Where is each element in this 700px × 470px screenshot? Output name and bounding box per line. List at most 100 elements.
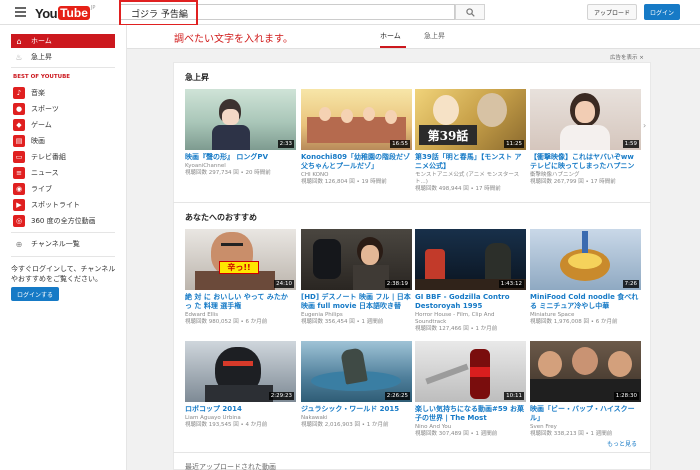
video-channel[interactable]: モンストアニメ公式 (アニメ モンスタースト...) [415,172,526,186]
video-channel[interactable]: Nakawaki [301,415,412,422]
top-bar: You Tube JP ゴジラ 予告編 アップロード ログイン [0,0,700,26]
video-duration: 1:43:12 [498,280,524,288]
video-channel[interactable]: Liam Aguayo Urbina [185,415,296,422]
sidebar-item-home[interactable]: ⌂ ホーム [11,34,115,48]
video-title[interactable]: ロボコップ 2014 [185,405,296,414]
video-thumbnail[interactable]: 2:33 [185,89,296,150]
shelf-title-trending[interactable]: 急上昇 [185,72,209,83]
video-thumbnail[interactable]: 2:26:25 [301,341,412,402]
video-thumbnail[interactable]: 10:11 [415,341,526,402]
video-meta: 視聴回数 2,016,903 回 • 1 か月前 [301,422,389,428]
video-card[interactable]: 16:55 Konochi809「幼稚園の階段だゾ 父ちゃんとプールだゾ」 CH… [301,89,412,186]
video-channel[interactable]: KyoaniChannel [185,163,296,170]
sidebar-item-label: ホーム [31,37,52,45]
video-card[interactable]: 2:26:25 ジュラシック・ワールド 2015 Nakawaki 視聴回数 2… [301,341,412,429]
video-title[interactable]: Konochi809「幼稚園の階段だゾ 父ちゃんとプールだゾ」 [301,153,412,171]
video-duration: 1:28:30 [613,392,639,400]
video-thumbnail[interactable]: 辛っ!! 24:10 [185,229,296,290]
video-title[interactable]: 楽しい気持ちになる動画#59 お菓子の世界 | The Most Satisfy… [415,405,526,423]
sidebar-item-gaming[interactable]: ◆ ゲーム [11,118,115,132]
video-channel[interactable]: Edward Ellis [185,312,296,319]
video-thumbnail[interactable]: 1:59 [530,89,641,150]
video-channel[interactable]: Eugenia Philips [301,312,412,319]
video-title[interactable]: 絶 対 に おいしい やって みたか っ た 料理 選手権 [185,293,296,311]
annotation-instruction: 調べたい文字を入れます。 [174,34,293,45]
video-title[interactable]: GI BBF - Godzilla Contro Destoroyah 1995… [415,293,526,311]
video-thumbnail[interactable]: 1:28:30 [530,341,641,402]
video-channel[interactable]: CHI KONO [301,172,412,179]
video-thumbnail[interactable]: 第39話 11:25 [415,89,526,150]
video-meta: 視聴回数 297,734 回 • 20 時間前 [185,170,271,176]
sidebar-login-button[interactable]: ログインする [11,287,59,301]
search-button[interactable] [455,4,485,20]
video-card[interactable]: 1:59 【衝撃映像】これはヤバいぞww テレビに映ってしまったハプニング 衝撃… [530,89,641,186]
video-channel[interactable]: Sven Frey [530,424,641,431]
video-meta: 視聴回数 126,804 回 • 19 時間前 [301,179,387,185]
video-card[interactable]: 1:28:30 映画「ビー・バップ・ハイスクール」 Sven Frey 視聴回数… [530,341,641,438]
tab-trending[interactable]: 急上昇 [424,31,445,41]
video-thumbnail[interactable]: 7:26 [530,229,641,290]
video-channel[interactable]: Miniature Space [530,312,641,319]
video-channel[interactable]: 衝撃映像ハプニング [530,172,641,179]
shelf-title-recommended[interactable]: あなたへのおすすめ [185,212,257,223]
active-tab-indicator [380,46,406,48]
video-title[interactable]: 映画『聲の形』 ロングPV [185,153,296,162]
spotlight-icon: ▶ [13,199,25,211]
sidebar-item-tv[interactable]: ▭ テレビ番組 [11,150,115,164]
video-duration: 7:26 [622,280,639,288]
video-meta: 視聴回数 193,545 回 • 4 か月前 [185,422,268,428]
360-icon: ◎ [13,215,25,227]
shelf-divider [173,202,651,203]
video-duration: 2:33 [277,140,294,148]
sidebar-item-sports[interactable]: ● スポーツ [11,102,115,116]
video-thumbnail[interactable]: 2:29:23 [185,341,296,402]
sidebar-item-trending[interactable]: ♨ 急上昇 [11,50,115,64]
sidebar-item-label: ゲーム [31,121,52,129]
video-card[interactable]: 2:29:23 ロボコップ 2014 Liam Aguayo Urbina 視聴… [185,341,296,429]
video-title[interactable]: 【衝撃映像】これはヤバいぞww テレビに映ってしまったハプニング [530,153,641,171]
youtube-logo[interactable]: You Tube JP [35,4,95,22]
video-title[interactable]: 映画「ビー・バップ・ハイスクール」 [530,405,641,423]
sidebar-item-movies[interactable]: ▤ 映画 [11,134,115,148]
shelf-title-recent[interactable]: 最近アップロードされた動画 [185,462,276,470]
show-more-link[interactable]: もっと見る [607,439,637,448]
sidebar-item-music[interactable]: ♪ 音楽 [11,86,115,100]
sidebar-divider [11,256,115,257]
video-card[interactable]: 7:26 MiniFood Cold noodle 食べれる ミニチュア冷やし中… [530,229,641,326]
video-title[interactable]: [HD] デスノート 映画 フル | 日本 映画 full movie 日本語吹… [301,293,412,311]
video-title[interactable]: MiniFood Cold noodle 食べれる ミニチュア冷やし中華 [530,293,641,311]
login-button[interactable]: ログイン [644,4,680,20]
video-meta: 視聴回数 980,052 回 • 6 か月前 [185,319,268,325]
video-duration: 2:38:19 [384,280,410,288]
video-card[interactable]: 1:43:12 GI BBF - Godzilla Contro Destoro… [415,229,526,333]
sidebar-item-spotlight[interactable]: ▶ スポットライト [11,198,115,212]
video-card[interactable]: 2:33 映画『聲の形』 ロングPV KyoaniChannel 視聴回数 29… [185,89,296,177]
video-channel[interactable]: Horror House - Film, Clip And Soundtrack [415,312,526,326]
sidebar-item-channel-list[interactable]: ⊕ チャンネル一覧 [11,237,115,251]
video-card[interactable]: 10:11 楽しい気持ちになる動画#59 お菓子の世界 | The Most S… [415,341,526,438]
video-duration: 10:11 [504,392,524,400]
video-title[interactable]: 第39話「明と春馬」【モンスト アニメ公式】 [415,153,526,171]
video-card[interactable]: 第39話 11:25 第39話「明と春馬」【モンスト アニメ公式】 モンストアニ… [415,89,526,193]
video-card[interactable]: 2:38:19 [HD] デスノート 映画 フル | 日本 映画 full mo… [301,229,412,326]
chevron-right-icon[interactable]: › [643,121,646,130]
sidebar-item-news[interactable]: ≡ ニュース [11,166,115,180]
video-meta: 視聴回数 267,799 回 • 17 時間前 [530,179,616,185]
video-thumbnail[interactable]: 2:38:19 [301,229,412,290]
upload-button[interactable]: アップロード [587,4,637,20]
video-channel[interactable]: Nino And You [415,424,526,431]
video-card[interactable]: 辛っ!! 24:10 絶 対 に おいしい やって みたか っ た 料理 選手権… [185,229,296,326]
logo-region-text: JP [90,5,96,11]
hamburger-icon[interactable] [15,7,26,17]
video-meta: 視聴回数 338,213 回 • 1 週間前 [530,431,613,437]
thumbnail-overlay-text: 辛っ!! [219,261,259,274]
video-thumbnail[interactable]: 1:43:12 [415,229,526,290]
tab-home[interactable]: ホーム [380,31,401,41]
news-icon: ≡ [13,167,25,179]
sidebar-item-live[interactable]: ◉ ライブ [11,182,115,196]
video-thumbnail[interactable]: 16:55 [301,89,412,150]
sidebar-item-360[interactable]: ◎ 360 度の全方位動画 [11,214,115,228]
show-ads-link[interactable]: 広告を表示 × [610,53,644,61]
video-title[interactable]: ジュラシック・ワールド 2015 [301,405,412,414]
sidebar-item-label: スポーツ [31,105,59,113]
